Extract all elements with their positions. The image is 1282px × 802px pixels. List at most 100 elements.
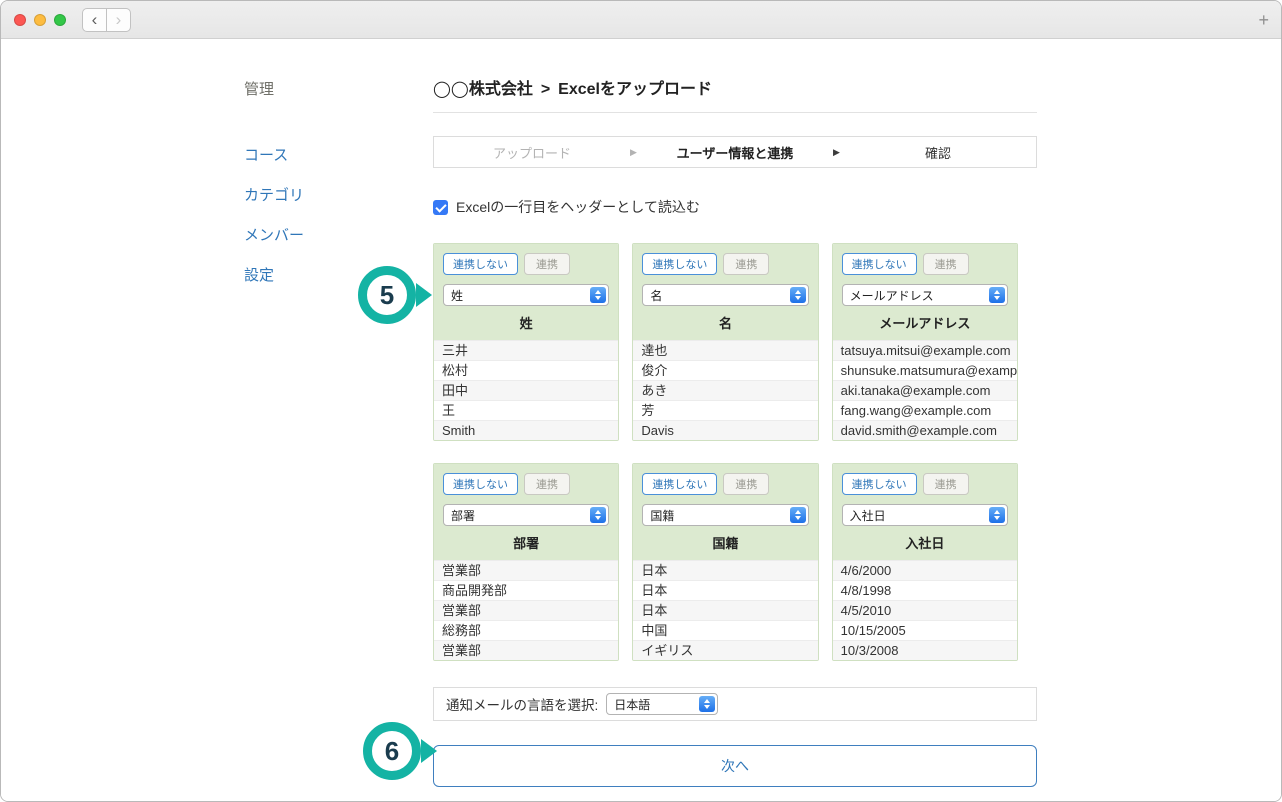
browser-window: ‹ › + 管理 コース カテゴリ メンバー 設定 ◯◯株式会社 > Excelをア…	[0, 0, 1282, 802]
header-row-checkbox-label: Excelの一行目をヘッダーとして読込む	[456, 197, 700, 217]
table-cell: Smith	[434, 420, 618, 440]
close-window-icon[interactable]	[14, 14, 26, 26]
table-cell: 4/5/2010	[833, 600, 1017, 620]
field-select-value: メールアドレス	[850, 287, 989, 304]
table-cell: 王	[434, 400, 618, 420]
language-select[interactable]: 日本語	[606, 693, 718, 715]
titlebar: ‹ › +	[1, 1, 1281, 39]
minimize-window-icon[interactable]	[34, 14, 46, 26]
link-toggle-group: 連携しない 連携	[443, 473, 609, 495]
back-button[interactable]: ‹	[82, 8, 107, 32]
step-confirm: 確認	[840, 143, 1036, 162]
language-label: 通知メールの言語を選択:	[446, 694, 598, 714]
column-card-first-name: 連携しない 連携 名 名 達也 俊介 あき 芳 Da	[632, 243, 818, 441]
table-cell: 4/6/2000	[833, 560, 1017, 580]
field-select[interactable]: 名	[642, 284, 808, 306]
step-arrow-icon: ▶	[630, 147, 637, 158]
forward-button[interactable]: ›	[106, 8, 131, 32]
table-cell: 日本	[633, 580, 817, 600]
table-cell: david.smith@example.com	[833, 420, 1017, 440]
header-row-option: Excelの一行目をヘッダーとして読込む	[433, 197, 1037, 217]
column-card-last-name: 連携しない 連携 姓 姓 三井 松村 田中 王 Sm	[433, 243, 619, 441]
nav-buttons: ‹ ›	[82, 8, 131, 32]
language-select-value: 日本語	[614, 696, 699, 713]
zoom-window-icon[interactable]	[54, 14, 66, 26]
upload-stepper: アップロード ▶ ユーザー情報と連携 ▶ 確認	[433, 136, 1037, 168]
annotation-badge-6: 6	[363, 722, 421, 780]
column-rows: 三井 松村 田中 王 Smith	[434, 340, 618, 440]
table-cell: 総務部	[434, 620, 618, 640]
table-cell: Davis	[633, 420, 817, 440]
table-cell: 商品開発部	[434, 580, 618, 600]
table-cell: shunsuke.matsumura@example	[833, 360, 1017, 380]
new-tab-button[interactable]: +	[1258, 10, 1269, 31]
card-controls: 連携しない 連携 名	[633, 244, 817, 306]
card-controls: 連携しない 連携 国籍	[633, 464, 817, 526]
breadcrumb-company: ◯◯株式会社	[433, 81, 533, 98]
next-button[interactable]: 次へ	[433, 745, 1037, 787]
step-upload: アップロード	[434, 143, 630, 162]
sidebar-item-categories[interactable]: カテゴリ	[244, 183, 304, 209]
table-cell: 10/3/2008	[833, 640, 1017, 660]
column-header: 姓	[434, 306, 618, 340]
column-card-email: 連携しない 連携 メールアドレス メールアドレス tatsuya.mitsui@…	[832, 243, 1018, 441]
field-select-value: 姓	[451, 287, 590, 304]
table-cell: 俊介	[633, 360, 817, 380]
table-cell: 芳	[633, 400, 817, 420]
card-controls: 連携しない 連携 メールアドレス	[833, 244, 1017, 306]
table-cell: fang.wang@example.com	[833, 400, 1017, 420]
no-link-toggle[interactable]: 連携しない	[443, 253, 518, 275]
card-controls: 連携しない 連携 部署	[434, 464, 618, 526]
table-cell: 日本	[633, 560, 817, 580]
table-cell: あき	[633, 380, 817, 400]
no-link-toggle[interactable]: 連携しない	[642, 473, 717, 495]
link-toggle[interactable]: 連携	[723, 253, 769, 275]
link-toggle-group: 連携しない 連携	[842, 253, 1008, 275]
field-select[interactable]: 部署	[443, 504, 609, 526]
link-toggle-group: 連携しない 連携	[443, 253, 609, 275]
sidebar-menu: コース カテゴリ メンバー 設定	[244, 143, 304, 289]
sidebar-item-settings[interactable]: 設定	[244, 263, 304, 289]
no-link-toggle[interactable]: 連携しない	[443, 473, 518, 495]
column-rows: tatsuya.mitsui@example.com shunsuke.mats…	[833, 340, 1017, 440]
sidebar-item-members[interactable]: メンバー	[244, 223, 304, 249]
table-cell: tatsuya.mitsui@example.com	[833, 340, 1017, 360]
sidebar-title: 管理	[244, 77, 304, 103]
traffic-lights	[14, 14, 66, 26]
field-select-value: 国籍	[650, 507, 789, 524]
field-select[interactable]: メールアドレス	[842, 284, 1008, 306]
column-card-nationality: 連携しない 連携 国籍 国籍 日本 日本 日本 中国	[632, 463, 818, 661]
column-header: メールアドレス	[833, 306, 1017, 340]
field-select-value: 入社日	[850, 507, 989, 524]
link-toggle[interactable]: 連携	[923, 473, 969, 495]
select-stepper-icon	[989, 287, 1005, 303]
column-rows: 営業部 商品開発部 営業部 総務部 営業部	[434, 560, 618, 660]
link-toggle[interactable]: 連携	[923, 253, 969, 275]
main-column: ◯◯株式会社 > Excelをアップロード アップロード ▶ ユーザー情報と連携 ▶…	[433, 75, 1037, 787]
step-user-info: ユーザー情報と連携	[637, 143, 833, 162]
link-toggle[interactable]: 連携	[524, 253, 570, 275]
field-select[interactable]: 国籍	[642, 504, 808, 526]
breadcrumb: ◯◯株式会社 > Excelをアップロード	[433, 75, 1037, 113]
column-card-hire-date: 連携しない 連携 入社日 入社日 4/6/2000 4/8/1998 4/5/2…	[832, 463, 1018, 661]
notification-language-bar: 通知メールの言語を選択: 日本語	[433, 687, 1037, 721]
no-link-toggle[interactable]: 連携しない	[842, 473, 917, 495]
no-link-toggle[interactable]: 連携しない	[842, 253, 917, 275]
page-title: Excelをアップロード	[558, 81, 712, 98]
no-link-toggle[interactable]: 連携しない	[642, 253, 717, 275]
field-select[interactable]: 姓	[443, 284, 609, 306]
link-toggle-group: 連携しない 連携	[642, 473, 808, 495]
breadcrumb-separator: >	[541, 81, 550, 98]
link-toggle[interactable]: 連携	[723, 473, 769, 495]
column-rows: 4/6/2000 4/8/1998 4/5/2010 10/15/2005 10…	[833, 560, 1017, 660]
field-select-value: 名	[650, 287, 789, 304]
field-select[interactable]: 入社日	[842, 504, 1008, 526]
table-cell: イギリス	[633, 640, 817, 660]
sidebar: 管理 コース カテゴリ メンバー 設定	[244, 77, 304, 303]
table-cell: 田中	[434, 380, 618, 400]
header-row-checkbox[interactable]	[433, 200, 448, 215]
table-cell: aki.tanaka@example.com	[833, 380, 1017, 400]
link-toggle[interactable]: 連携	[524, 473, 570, 495]
table-cell: 達也	[633, 340, 817, 360]
sidebar-item-courses[interactable]: コース	[244, 143, 304, 169]
